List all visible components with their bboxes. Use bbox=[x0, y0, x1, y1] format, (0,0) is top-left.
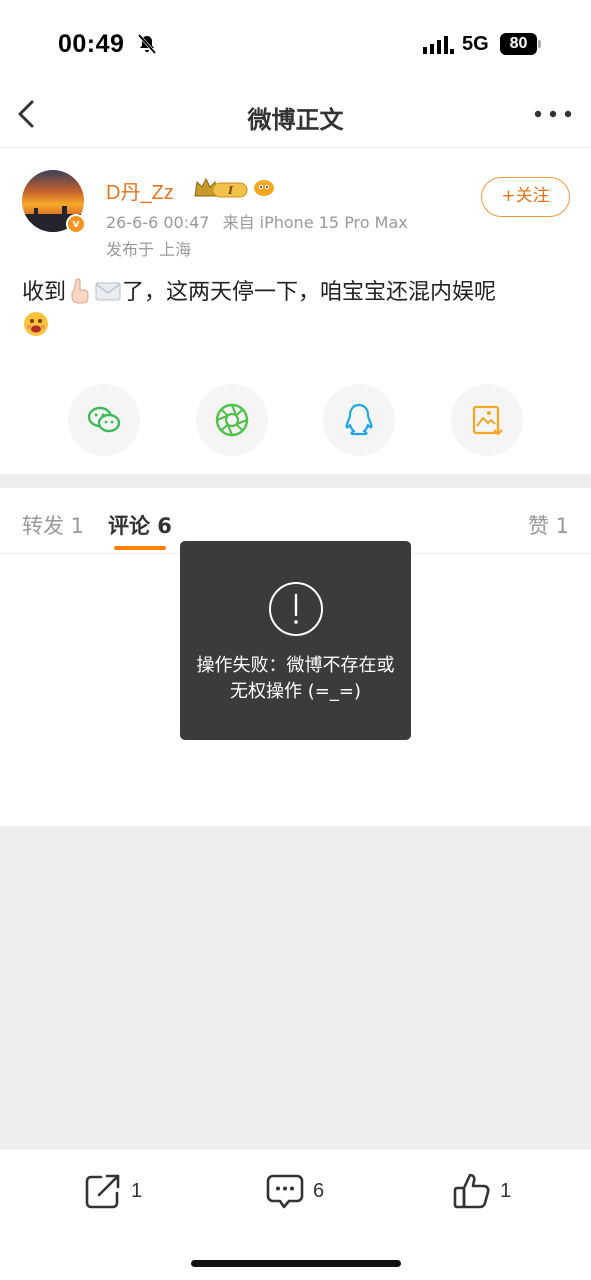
network-type: 5G bbox=[462, 33, 489, 55]
drooling-face-emoji-icon bbox=[24, 312, 48, 336]
error-toast: 操作失败：微博不存在或无权操作 (=_=) bbox=[180, 541, 411, 740]
post-text: 收到 了，这两天停一下，咱宝宝还混内娱呢 bbox=[22, 276, 572, 345]
page-title: 微博正文 bbox=[247, 106, 344, 134]
battery-level: 80 bbox=[509, 35, 528, 52]
section-divider bbox=[0, 474, 591, 488]
share-qq-button[interactable] bbox=[323, 384, 395, 456]
follow-button[interactable]: +关注 bbox=[481, 177, 570, 217]
post-text-part2: 了，这两天停一下，咱宝宝还混内娱呢 bbox=[122, 280, 497, 305]
thumbs-up-icon bbox=[453, 1173, 490, 1209]
share-moments-button[interactable] bbox=[196, 384, 268, 456]
verified-badge-icon: v bbox=[66, 214, 86, 234]
post-timestamp: 26-6-6 00:47 bbox=[106, 213, 210, 232]
status-bar: 00:49 5G 80 bbox=[0, 0, 591, 80]
save-image-icon bbox=[472, 405, 503, 436]
toast-message: 操作失败：微博不存在或无权操作 (=_=) bbox=[196, 655, 395, 702]
save-image-button[interactable] bbox=[451, 384, 523, 456]
qq-icon bbox=[345, 403, 373, 436]
post-meta: 26-6-6 00:47 来自 iPhone 15 Pro Max bbox=[106, 209, 408, 233]
pointing-hand-emoji-icon bbox=[71, 278, 89, 304]
like-count: 1 bbox=[500, 1180, 512, 1202]
active-tab-indicator bbox=[114, 546, 166, 550]
battery-icon: 80 bbox=[500, 33, 542, 55]
post-location: 发布于 上海 bbox=[106, 240, 192, 259]
exclamation-icon bbox=[269, 582, 323, 636]
post-source: 来自 iPhone 15 Pro Max bbox=[222, 213, 408, 232]
comment-count: 6 bbox=[313, 1180, 325, 1202]
tab-comments[interactable]: 评论 6 bbox=[108, 510, 172, 540]
envelope-emoji-icon bbox=[95, 282, 121, 301]
signal-icon bbox=[423, 36, 454, 54]
svg-text:I: I bbox=[227, 184, 234, 197]
member-crown-icon: I bbox=[194, 177, 248, 198]
wechat-icon bbox=[87, 406, 121, 433]
empty-content-area bbox=[0, 826, 591, 1148]
home-indicator[interactable] bbox=[191, 1260, 401, 1267]
status-time: 00:49 bbox=[58, 30, 125, 58]
tab-likes[interactable]: 赞 1 bbox=[528, 510, 569, 540]
tab-repost[interactable]: 转发 1 bbox=[22, 510, 84, 540]
comment-icon bbox=[266, 1174, 304, 1209]
post-text-part1: 收到 bbox=[22, 280, 67, 305]
nav-bar: 微博正文 bbox=[0, 80, 591, 148]
username[interactable]: D丹_Zz bbox=[106, 176, 174, 205]
mascot-badge-icon bbox=[254, 180, 274, 196]
repost-count: 1 bbox=[131, 1180, 143, 1202]
share-wechat-button[interactable] bbox=[68, 384, 140, 456]
moments-icon bbox=[215, 403, 249, 437]
more-options-icon[interactable] bbox=[534, 110, 572, 118]
bell-muted-icon bbox=[137, 34, 157, 54]
repost-icon bbox=[85, 1174, 120, 1209]
